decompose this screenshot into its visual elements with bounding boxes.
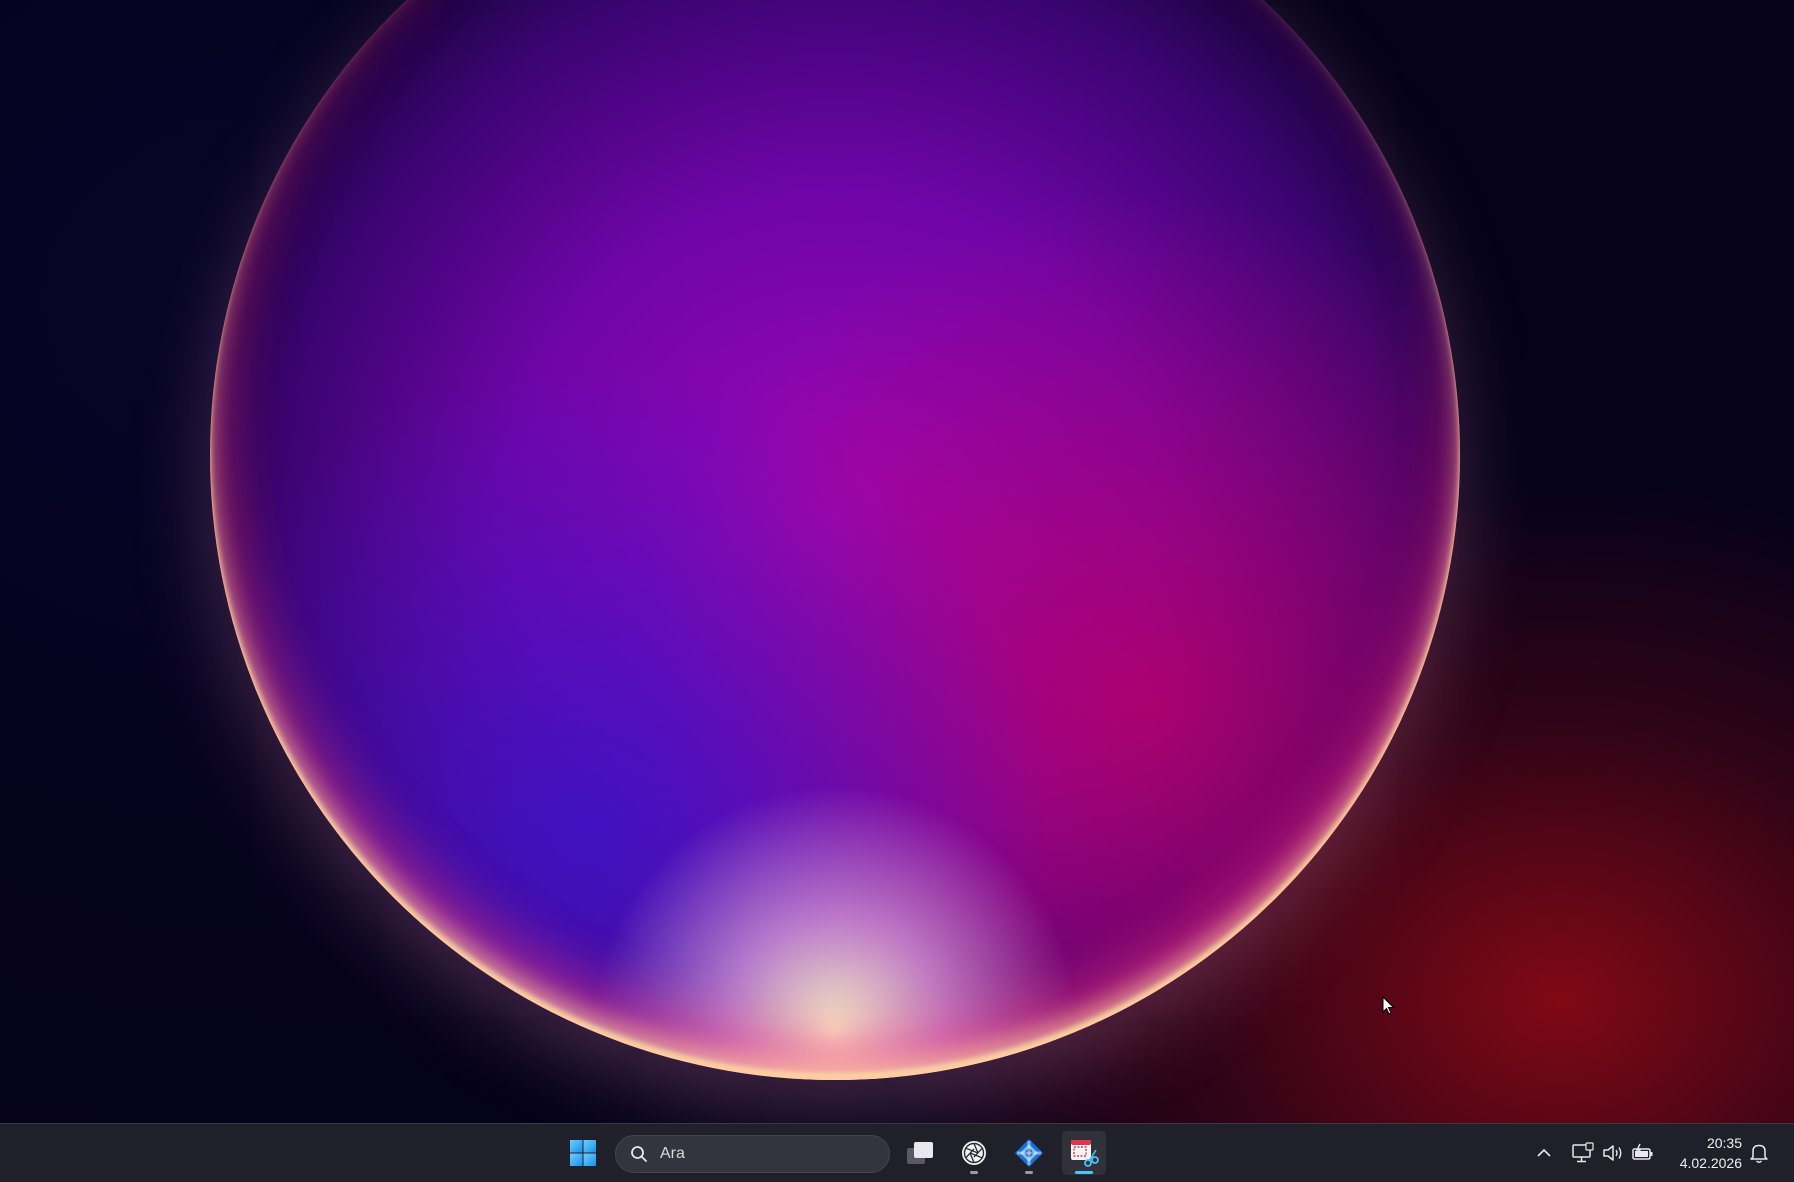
taskbar-app-snipping-tool[interactable]: [1062, 1131, 1106, 1175]
running-indicator: [970, 1171, 978, 1174]
wallpaper-orb: [210, 0, 1460, 1080]
chevron-up-icon: [1537, 1148, 1551, 1157]
clock-date: 4.02.2026: [1679, 1155, 1742, 1171]
volume-button[interactable]: [1601, 1142, 1625, 1164]
task-view-icon: [907, 1142, 933, 1164]
search-placeholder: Ara: [660, 1145, 685, 1162]
show-hidden-icons-button[interactable]: [1532, 1142, 1556, 1164]
blue-diamond-app-icon: [1015, 1139, 1043, 1167]
network-button[interactable]: [1571, 1142, 1595, 1164]
windows-logo-icon: [570, 1140, 596, 1166]
snipping-tool-icon: [1071, 1140, 1099, 1167]
mouse-cursor-icon: [1382, 996, 1395, 1015]
battery-button[interactable]: [1631, 1142, 1655, 1164]
volume-icon: [1603, 1145, 1622, 1161]
task-view-button[interactable]: [898, 1131, 942, 1175]
taskbar-app-blue-diamond[interactable]: [1007, 1131, 1051, 1175]
clock-time: 20:35: [1706, 1135, 1742, 1151]
running-indicator: [1025, 1171, 1033, 1174]
bell-icon: [1750, 1144, 1768, 1163]
search-icon: [631, 1146, 647, 1162]
taskbar: Ara 20:35 4.02.2026: [0, 1123, 1794, 1182]
notifications-button[interactable]: [1747, 1142, 1771, 1164]
running-indicator-active: [1075, 1171, 1093, 1174]
taskbar-app-aperture[interactable]: [952, 1131, 996, 1175]
clock[interactable]: 20:35 4.02.2026: [1680, 1133, 1742, 1173]
network-icon: [1572, 1142, 1594, 1163]
aperture-app-icon: [962, 1141, 986, 1165]
start-button[interactable]: [561, 1131, 605, 1175]
desktop-wallpaper: [0, 0, 1794, 1123]
search-box[interactable]: Ara: [615, 1135, 890, 1173]
battery-icon: [1632, 1143, 1653, 1160]
